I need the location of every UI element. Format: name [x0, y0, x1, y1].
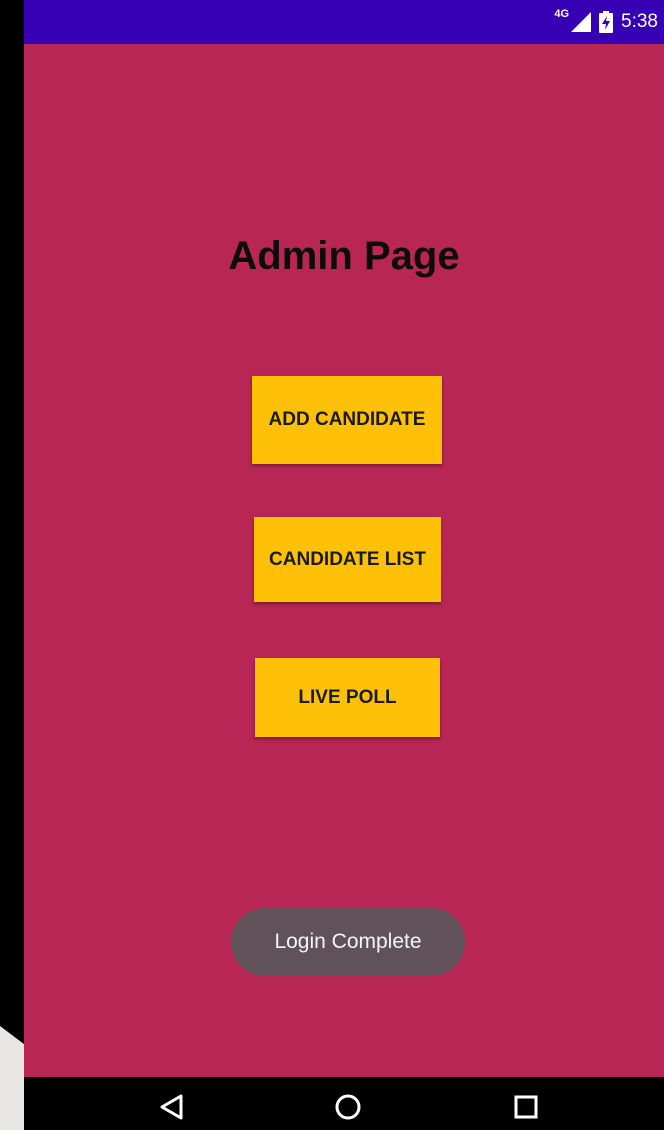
live-poll-button[interactable]: LIVE POLL — [255, 658, 440, 737]
navigation-bar — [24, 1077, 664, 1130]
add-candidate-button[interactable]: ADD CANDIDATE — [252, 376, 442, 464]
add-candidate-label: ADD CANDIDATE — [268, 409, 426, 430]
back-triangle-icon — [160, 1094, 183, 1120]
admin-screen: Admin Page ADD CANDIDATE CANDIDATE LIST … — [24, 44, 664, 1077]
cell-signal-icon — [571, 12, 592, 32]
network-type-label: 4G — [554, 8, 570, 20]
live-poll-label: LIVE POLL — [298, 686, 397, 708]
page-title: Admin Page — [228, 234, 460, 278]
status-icons: 4G 5:38 — [554, 0, 658, 44]
battery-charging-icon — [599, 11, 614, 33]
candidate-list-label: CANDIDATE LIST — [269, 548, 426, 570]
phone-frame: 4G 5:38 Admin Page ADD CANDIDATE CANDIDA… — [24, 0, 664, 1130]
back-button[interactable] — [152, 1087, 192, 1127]
candidate-list-button[interactable]: CANDIDATE LIST — [254, 517, 441, 602]
status-clock: 5:38 — [621, 11, 658, 32]
home-circle-icon — [335, 1094, 361, 1120]
status-bar: 4G 5:38 — [24, 0, 664, 44]
recents-button[interactable] — [506, 1087, 546, 1127]
recents-square-icon — [514, 1095, 538, 1119]
toast-message: Login Complete — [231, 908, 465, 976]
toast-text: Login Complete — [274, 930, 422, 953]
home-button[interactable] — [328, 1087, 368, 1127]
